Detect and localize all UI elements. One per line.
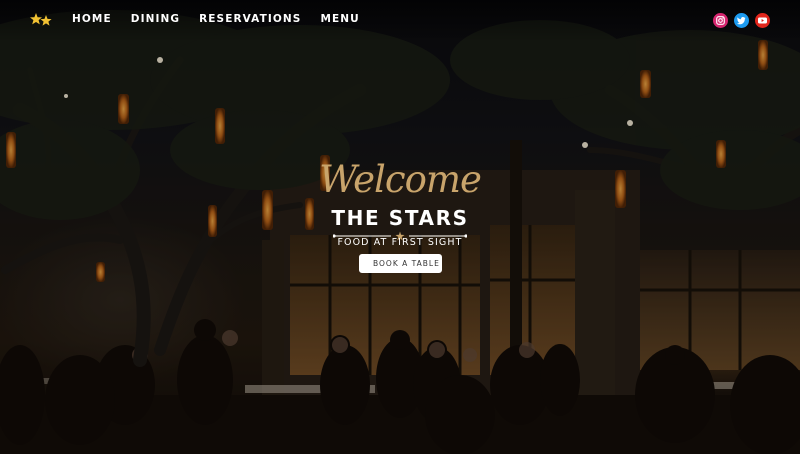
youtube-icon[interactable] [755, 13, 770, 28]
stars-logo-icon[interactable] [30, 12, 52, 28]
nav-reservations-link[interactable]: RESERVATIONS [199, 13, 301, 25]
book-a-table-button[interactable]: BOOK A TABLE [359, 254, 442, 273]
nav-home-link[interactable]: HOME [72, 13, 112, 25]
hero-title: THE STARS [331, 206, 469, 230]
main-nav: HOME DINING RESERVATIONS MENU [72, 13, 379, 25]
top-navigation-bar: HOME DINING RESERVATIONS MENU [0, 0, 800, 42]
nav-menu-link[interactable]: MENU [320, 13, 359, 25]
welcome-script-heading: Welcome [319, 158, 482, 201]
hero-tagline: FOOD AT FIRST SIGHT [337, 237, 463, 248]
twitter-icon[interactable] [734, 13, 749, 28]
nav-dining-link[interactable]: DINING [131, 13, 180, 25]
instagram-icon[interactable] [713, 13, 728, 28]
